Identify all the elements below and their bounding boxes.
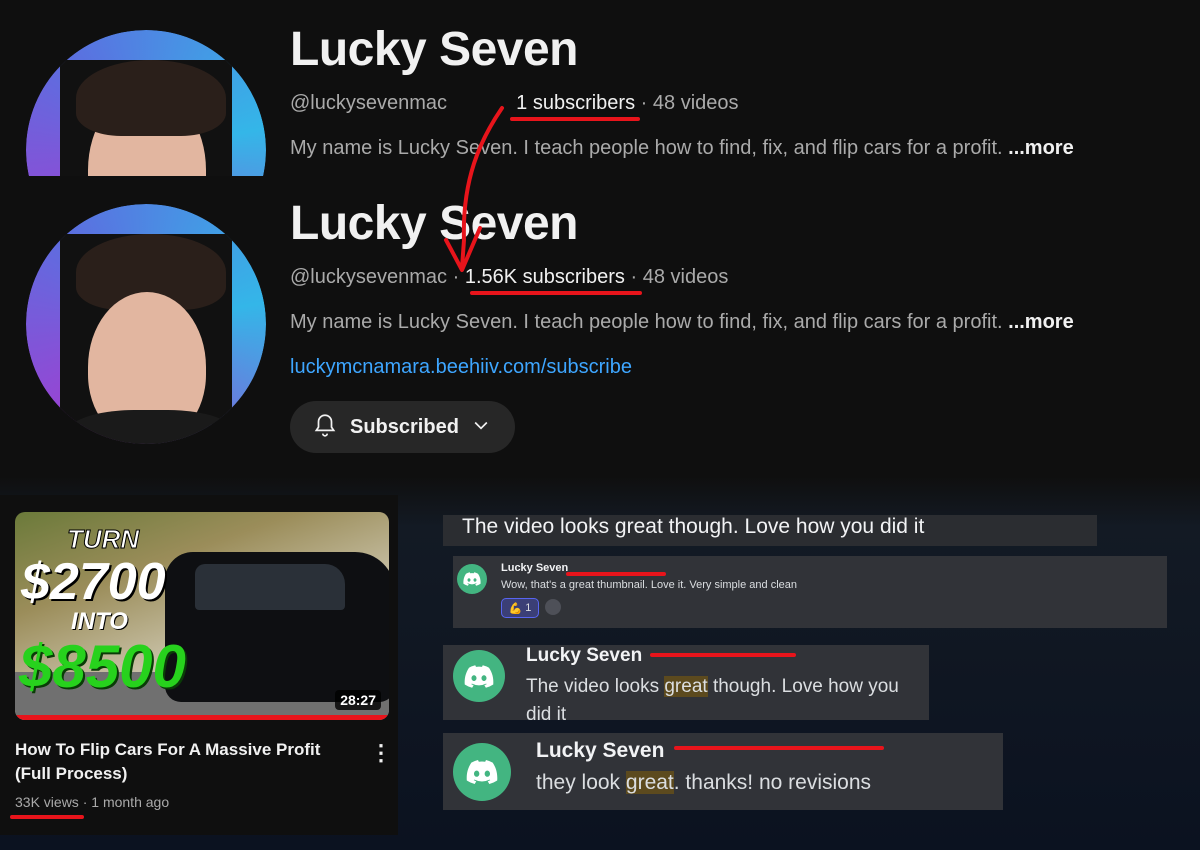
message-text: they look great. thanks! no revisions (536, 771, 871, 795)
message-author[interactable]: Lucky Seven (536, 739, 664, 763)
bell-icon (312, 412, 338, 443)
message-author[interactable]: Lucky Seven (526, 645, 642, 667)
more-vert-icon[interactable]: ⋮ (370, 740, 392, 766)
discord-message-1: Lucky Seven Wow, that's a great thumbnai… (453, 556, 1167, 628)
discord-message-3: Lucky Seven they look great. thanks! no … (443, 733, 1003, 810)
description-text: My name is Lucky Seven. I teach people h… (290, 137, 1003, 159)
more-link[interactable]: ...more (1008, 311, 1074, 333)
annotation-redaction (674, 746, 884, 750)
discord-logo-icon (457, 564, 487, 594)
text-part: they look (536, 771, 626, 794)
message-text: The video looks great though. Love how y… (462, 515, 925, 538)
watch-progress-bar (15, 715, 389, 720)
view-count: 33K views (15, 794, 79, 810)
message-text: The video looks great though. Love how y… (526, 673, 906, 720)
video-count: 48 videos (642, 266, 729, 288)
upload-age: 1 month ago (91, 794, 170, 810)
search-highlight: great (664, 676, 708, 697)
discord-logo-icon (453, 743, 511, 801)
annotation-underline (470, 291, 642, 295)
channel-description-before: My name is Lucky Seven. I teach people h… (290, 137, 1074, 160)
video-count: 48 videos (652, 92, 739, 114)
more-link[interactable]: ...more (1008, 137, 1074, 159)
annotation-underline (10, 815, 84, 819)
discord-message-banner: The video looks great though. Love how y… (443, 515, 1097, 546)
message-author[interactable]: Lucky Seven (501, 562, 568, 574)
channel-description-after: My name is Lucky Seven. I teach people h… (290, 311, 1074, 334)
channel-link[interactable]: luckymcnamara.beehiiv.com/subscribe (290, 356, 632, 379)
description-text: My name is Lucky Seven. I teach people h… (290, 311, 1003, 333)
video-thumbnail[interactable]: TURN $2700 INTO $8500 28:27 (15, 512, 389, 720)
text-part: . thanks! no revisions (673, 771, 872, 794)
search-highlight: great (625, 771, 674, 794)
thumb-amount-from: $2700 (21, 553, 166, 611)
message-text: Wow, that's a great thumbnail. Love it. … (501, 579, 798, 591)
video-title[interactable]: How To Flip Cars For A Massive Profit (F… (15, 738, 355, 786)
channel-meta-before: @luckysevenmac 1 subscribers · 48 videos (290, 92, 739, 115)
annotation-arrow (440, 100, 510, 280)
video-duration: 28:27 (335, 690, 381, 710)
chevron-down-icon (471, 415, 491, 440)
channel-name-before: Lucky Seven (290, 23, 578, 76)
subscribed-button[interactable]: Subscribed (290, 401, 515, 453)
annotation-redaction (650, 653, 796, 657)
separator: · (82, 794, 88, 810)
separator: · (640, 92, 648, 114)
thumb-amount-to: $8500 (19, 633, 186, 700)
text-part: The video looks (526, 676, 665, 697)
thumb-text-turn: TURN (66, 524, 140, 555)
channel-handle: @luckysevenmac (290, 266, 448, 288)
annotation-underline (510, 117, 640, 121)
subscribed-label: Subscribed (350, 415, 459, 438)
separator: · (630, 266, 638, 288)
flexed-biceps-emoji: 💪 (508, 602, 523, 615)
video-meta: 33K views · 1 month ago (15, 794, 169, 810)
reaction-count: 1 (525, 602, 532, 614)
channel-handle: @luckysevenmac (290, 92, 448, 114)
channel-avatar-after[interactable] (26, 204, 266, 444)
subscriber-count: 1 subscribers (516, 92, 636, 114)
annotation-redaction (566, 572, 666, 576)
add-reaction-icon[interactable] (545, 599, 561, 615)
reaction-badge[interactable]: 💪 1 (501, 598, 539, 618)
channel-name-after: Lucky Seven (290, 197, 578, 250)
discord-logo-icon (453, 650, 505, 702)
